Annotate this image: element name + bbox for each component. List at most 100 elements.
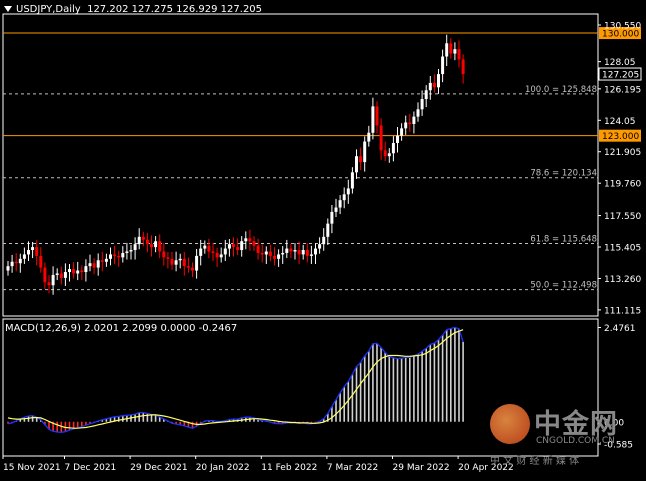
candle[interactable] bbox=[330, 205, 334, 234]
candle[interactable] bbox=[416, 102, 420, 122]
candle[interactable] bbox=[305, 243, 309, 263]
candle[interactable] bbox=[195, 249, 199, 279]
candle[interactable] bbox=[27, 241, 30, 262]
candle[interactable] bbox=[346, 179, 350, 204]
candle[interactable] bbox=[437, 68, 440, 94]
macd-main-line[interactable] bbox=[7, 326, 464, 434]
candle[interactable] bbox=[154, 236, 158, 253]
candle[interactable] bbox=[268, 244, 272, 262]
candle[interactable] bbox=[441, 49, 445, 83]
candle[interactable] bbox=[18, 253, 22, 273]
candle[interactable] bbox=[215, 247, 219, 267]
candle[interactable] bbox=[104, 253, 108, 267]
candle[interactable] bbox=[248, 229, 252, 251]
candle[interactable] bbox=[121, 246, 125, 263]
candle[interactable] bbox=[445, 34, 449, 67]
candle[interactable] bbox=[133, 237, 137, 260]
candle[interactable] bbox=[273, 247, 276, 266]
candle[interactable] bbox=[137, 228, 141, 250]
candle[interactable] bbox=[129, 244, 133, 260]
candle[interactable] bbox=[80, 265, 84, 281]
candle[interactable] bbox=[236, 238, 240, 256]
candle[interactable] bbox=[170, 251, 174, 270]
candle[interactable] bbox=[6, 261, 10, 276]
candle[interactable] bbox=[350, 167, 354, 194]
candle[interactable] bbox=[387, 148, 391, 163]
candle[interactable] bbox=[22, 247, 26, 264]
candle[interactable] bbox=[150, 235, 153, 257]
candle[interactable] bbox=[113, 245, 117, 264]
candle[interactable] bbox=[51, 266, 55, 295]
candle[interactable] bbox=[240, 236, 244, 257]
candle[interactable] bbox=[457, 40, 461, 68]
candle[interactable] bbox=[424, 85, 428, 108]
candle[interactable] bbox=[174, 251, 178, 272]
candle[interactable] bbox=[318, 237, 322, 254]
candle[interactable] bbox=[244, 231, 248, 250]
candle[interactable] bbox=[371, 97, 375, 140]
macd-signal-line[interactable] bbox=[7, 329, 464, 429]
candle[interactable] bbox=[277, 249, 281, 267]
candle[interactable] bbox=[96, 253, 100, 276]
candle[interactable] bbox=[88, 254, 92, 272]
candle[interactable] bbox=[449, 38, 453, 59]
candle[interactable] bbox=[293, 243, 297, 260]
candle[interactable] bbox=[383, 141, 387, 162]
candle[interactable] bbox=[47, 275, 51, 294]
candle[interactable] bbox=[256, 238, 260, 260]
candle[interactable] bbox=[166, 252, 170, 269]
candle[interactable] bbox=[84, 259, 88, 282]
candle[interactable] bbox=[191, 262, 194, 278]
candle[interactable] bbox=[117, 250, 121, 267]
candle[interactable] bbox=[359, 147, 363, 171]
candle[interactable] bbox=[207, 238, 211, 259]
candle[interactable] bbox=[363, 136, 367, 172]
candle[interactable] bbox=[211, 242, 215, 262]
candle[interactable] bbox=[281, 246, 285, 264]
candle[interactable] bbox=[404, 115, 408, 135]
candle[interactable] bbox=[289, 243, 293, 259]
candle[interactable] bbox=[408, 113, 412, 133]
candle[interactable] bbox=[412, 111, 416, 134]
candle[interactable] bbox=[203, 240, 207, 254]
candle[interactable] bbox=[35, 240, 39, 266]
candle[interactable] bbox=[43, 262, 47, 289]
candle[interactable] bbox=[453, 42, 457, 61]
candle[interactable] bbox=[59, 266, 63, 285]
candle[interactable] bbox=[264, 246, 268, 264]
candle[interactable] bbox=[285, 239, 289, 259]
candle[interactable] bbox=[301, 244, 305, 260]
candle[interactable] bbox=[342, 187, 346, 209]
candle[interactable] bbox=[68, 263, 71, 282]
candle[interactable] bbox=[10, 254, 14, 273]
candle[interactable] bbox=[227, 239, 231, 257]
candle[interactable] bbox=[334, 198, 338, 218]
candle[interactable] bbox=[92, 258, 96, 275]
candle[interactable] bbox=[309, 245, 313, 264]
candle[interactable] bbox=[100, 251, 104, 272]
candle[interactable] bbox=[314, 243, 317, 264]
candle[interactable] bbox=[158, 234, 162, 259]
candle[interactable] bbox=[232, 237, 235, 257]
candle[interactable] bbox=[432, 74, 436, 93]
candle[interactable] bbox=[141, 231, 145, 247]
candle[interactable] bbox=[182, 251, 186, 276]
candle[interactable] bbox=[367, 125, 371, 147]
candle[interactable] bbox=[355, 149, 358, 179]
candle[interactable] bbox=[219, 247, 223, 263]
dropdown-triangle-icon[interactable] bbox=[4, 6, 12, 12]
candle[interactable] bbox=[186, 257, 190, 273]
candle[interactable] bbox=[39, 247, 43, 273]
candle[interactable] bbox=[379, 118, 383, 160]
candle[interactable] bbox=[260, 244, 264, 263]
candle[interactable] bbox=[391, 136, 395, 162]
candle[interactable] bbox=[72, 262, 76, 279]
candle[interactable] bbox=[14, 253, 18, 272]
candle[interactable] bbox=[375, 101, 379, 134]
candle[interactable] bbox=[162, 242, 166, 266]
candle[interactable] bbox=[76, 261, 80, 281]
candle[interactable] bbox=[338, 195, 342, 215]
candle[interactable] bbox=[428, 76, 432, 100]
candle[interactable] bbox=[322, 228, 326, 251]
candle[interactable] bbox=[145, 232, 149, 253]
